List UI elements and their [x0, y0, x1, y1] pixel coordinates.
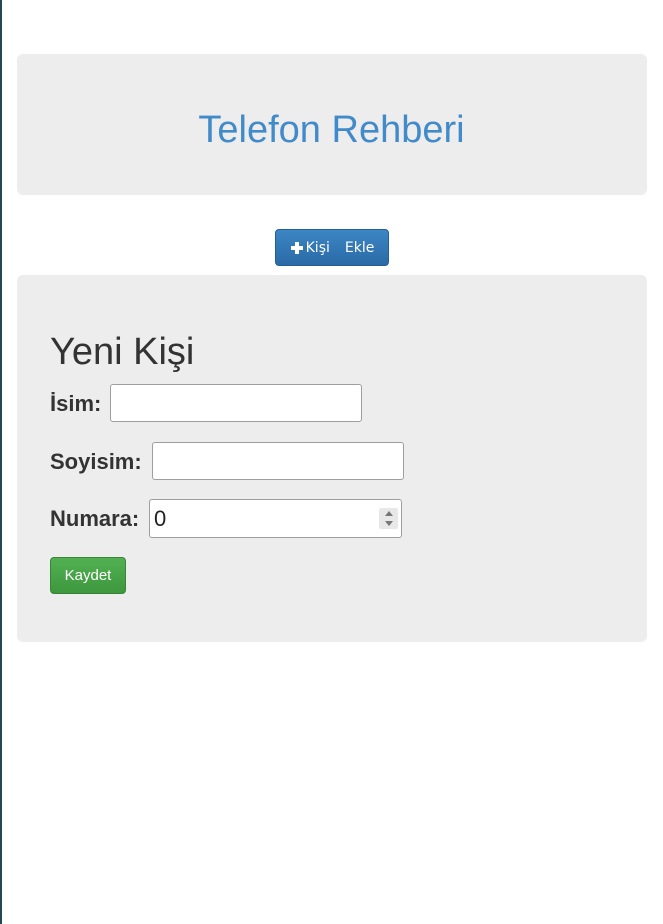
page-title: Telefon Rehberi — [198, 109, 465, 151]
surname-input[interactable] — [152, 442, 404, 480]
add-contact-label-part2: Ekle — [344, 239, 375, 256]
number-spinner[interactable] — [379, 508, 398, 529]
plus-icon — [290, 241, 304, 255]
form-title: Yeni Kişi — [50, 331, 195, 373]
number-value: 0 — [154, 506, 167, 531]
spinner-down-icon[interactable] — [384, 521, 393, 527]
number-label: Numara: — [50, 506, 140, 531]
name-input[interactable] — [110, 384, 362, 422]
name-label: İsim: — [50, 391, 102, 416]
surname-label: Soyisim: — [50, 449, 142, 474]
add-contact-button[interactable]: Kişi Ekle — [275, 229, 389, 266]
save-button[interactable]: Kaydet — [50, 557, 126, 594]
spinner-up-icon[interactable] — [384, 510, 393, 516]
number-input[interactable]: 0 — [149, 499, 402, 538]
add-contact-label-part1: Kişi — [305, 239, 330, 256]
